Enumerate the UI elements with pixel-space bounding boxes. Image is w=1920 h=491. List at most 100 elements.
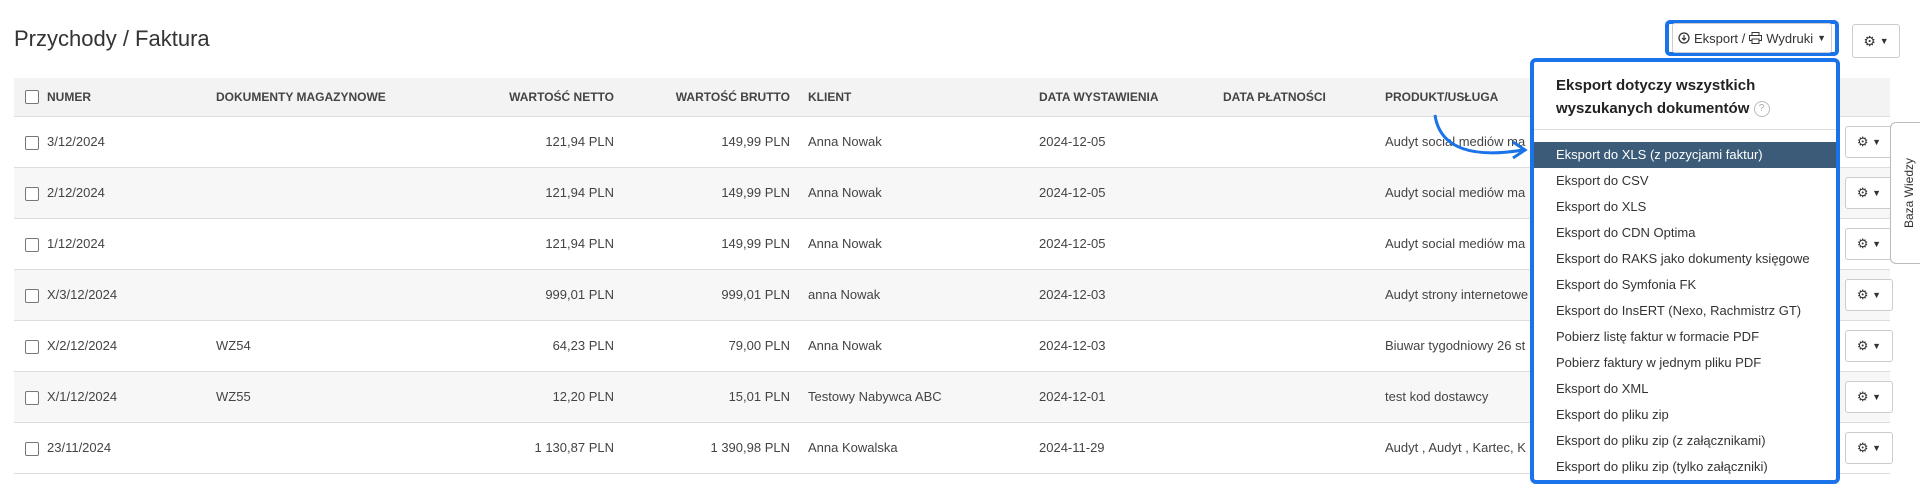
export-label: Eksport / bbox=[1693, 30, 1746, 46]
col-data-wystawienia[interactable]: DATA WYSTAWIENIA bbox=[1039, 78, 1159, 116]
help-icon[interactable]: ? bbox=[1753, 101, 1770, 118]
chevron-down-icon: ▼ bbox=[1879, 36, 1889, 46]
dropdown-item[interactable]: Eksport do XLS (z pozycjami faktur) bbox=[1534, 142, 1836, 168]
cell-klient: Anna Nowak bbox=[808, 134, 882, 149]
cell-netto: 999,01 PLN bbox=[545, 287, 614, 302]
cell-numer[interactable]: 2/12/2024 bbox=[47, 168, 105, 218]
row-actions-button[interactable]: ⚙ ▼ bbox=[1845, 432, 1893, 464]
cell-netto: 1 130,87 PLN bbox=[534, 440, 614, 455]
row-checkbox[interactable] bbox=[25, 187, 39, 201]
cell-produkt: Audyt , Audyt , Kartec, K bbox=[1385, 440, 1526, 455]
dropdown-item[interactable]: Eksport do Symfonia FK bbox=[1534, 272, 1836, 298]
dropdown-item[interactable]: Eksport do CSV bbox=[1534, 168, 1836, 194]
cell-netto: 12,20 PLN bbox=[552, 389, 614, 404]
cell-data-wystawienia: 2024-12-03 bbox=[1039, 338, 1106, 353]
export-print-button[interactable]: Eksport / Wydruki ▼ bbox=[1672, 23, 1832, 53]
dropdown-item[interactable]: Eksport do XML bbox=[1534, 376, 1836, 402]
chevron-down-icon: ▼ bbox=[1872, 392, 1882, 402]
print-label: Wydruki bbox=[1766, 30, 1814, 46]
cell-data-wystawienia: 2024-12-05 bbox=[1039, 236, 1106, 251]
settings-button[interactable]: ⚙ ▼ bbox=[1852, 24, 1900, 58]
row-actions-button[interactable]: ⚙ ▼ bbox=[1845, 381, 1893, 413]
gear-icon: ⚙ bbox=[1856, 236, 1869, 251]
cell-brutto: 149,99 PLN bbox=[721, 236, 790, 251]
col-brutto[interactable]: WARTOŚĆ BRUTTO bbox=[630, 78, 790, 116]
dropdown-header-line1: Eksport dotyczy wszystkich bbox=[1556, 77, 1756, 94]
row-checkbox[interactable] bbox=[25, 442, 39, 456]
col-data-platnosci[interactable]: DATA PŁATNOŚCI bbox=[1223, 78, 1326, 116]
cell-produkt: Audyt strony internetowe bbox=[1385, 287, 1529, 302]
row-actions-button[interactable]: ⚙ ▼ bbox=[1845, 228, 1893, 260]
row-checkbox[interactable] bbox=[25, 238, 39, 252]
cell-brutto: 79,00 PLN bbox=[728, 338, 790, 353]
cell-brutto: 15,01 PLN bbox=[728, 389, 790, 404]
col-klient[interactable]: KLIENT bbox=[808, 78, 851, 116]
cell-dokumenty: WZ54 bbox=[216, 338, 251, 353]
dropdown-item[interactable]: Eksport do RAKS jako dokumenty księgowe bbox=[1534, 246, 1836, 272]
chevron-down-icon: ▼ bbox=[1872, 443, 1882, 453]
dropdown-item[interactable]: Pobierz faktury w jednym pliku PDF bbox=[1534, 350, 1836, 376]
cell-dokumenty: WZ55 bbox=[216, 389, 251, 404]
cell-numer[interactable]: X/2/12/2024 bbox=[47, 321, 117, 371]
cell-data-wystawienia: 2024-12-05 bbox=[1039, 134, 1106, 149]
dropdown-item[interactable]: Eksport do InsERT (Nexo, Rachmistrz GT) bbox=[1534, 298, 1836, 324]
dropdown-item[interactable]: Eksport do pliku zip (z załącznikami) bbox=[1534, 428, 1836, 454]
col-netto[interactable]: WARTOŚĆ NETTO bbox=[454, 78, 614, 116]
dropdown-header-line2: wyszukanych dokumentów bbox=[1556, 100, 1750, 117]
cell-numer[interactable]: X/1/12/2024 bbox=[47, 372, 117, 422]
cell-brutto: 999,01 PLN bbox=[721, 287, 790, 302]
cell-klient: anna Nowak bbox=[808, 287, 881, 302]
dropdown-item[interactable]: Eksport do XLS bbox=[1534, 194, 1836, 220]
chevron-down-icon: ▼ bbox=[1872, 341, 1882, 351]
pointer-arrow bbox=[1433, 114, 1528, 160]
col-dokumenty[interactable]: DOKUMENTY MAGAZYNOWE bbox=[216, 78, 386, 116]
row-checkbox[interactable] bbox=[25, 289, 39, 303]
cell-produkt: test kod dostawcy bbox=[1385, 389, 1489, 404]
gear-icon: ⚙ bbox=[1856, 440, 1869, 455]
dropdown-item[interactable]: Eksport do pliku zip (tylko załączniki) bbox=[1534, 454, 1836, 480]
gear-icon: ⚙ bbox=[1863, 32, 1876, 49]
cell-numer[interactable]: 1/12/2024 bbox=[47, 219, 105, 269]
cell-brutto: 149,99 PLN bbox=[721, 185, 790, 200]
cell-netto: 121,94 PLN bbox=[545, 134, 614, 149]
export-button-highlight: Eksport / Wydruki ▼ bbox=[1665, 20, 1839, 56]
select-all-checkbox[interactable] bbox=[25, 90, 39, 104]
cell-netto: 64,23 PLN bbox=[552, 338, 614, 353]
cell-netto: 121,94 PLN bbox=[545, 185, 614, 200]
cell-data-wystawienia: 2024-12-05 bbox=[1039, 185, 1106, 200]
row-checkbox[interactable] bbox=[25, 136, 39, 150]
row-actions-button[interactable]: ⚙ ▼ bbox=[1845, 126, 1893, 158]
dropdown-item[interactable]: Eksport do CDN Optima bbox=[1534, 220, 1836, 246]
gear-icon: ⚙ bbox=[1856, 389, 1869, 404]
cell-numer[interactable]: 3/12/2024 bbox=[47, 117, 105, 167]
cell-brutto: 1 390,98 PLN bbox=[710, 440, 790, 455]
cell-data-wystawienia: 2024-11-29 bbox=[1039, 440, 1105, 455]
row-actions-button[interactable]: ⚙ ▼ bbox=[1845, 330, 1893, 362]
knowledge-base-label: Baza Wiedzy bbox=[1902, 157, 1916, 229]
knowledge-base-tab[interactable]: Baza Wiedzy bbox=[1890, 122, 1920, 264]
chevron-down-icon: ▼ bbox=[1872, 239, 1882, 249]
chevron-down-icon: ▼ bbox=[1872, 188, 1882, 198]
row-actions-button[interactable]: ⚙ ▼ bbox=[1845, 279, 1893, 311]
dropdown-header: Eksport dotyczy wszystkich wyszukanych d… bbox=[1534, 62, 1836, 130]
cell-klient: Testowy Nabywca ABC bbox=[808, 389, 942, 404]
chevron-down-icon: ▼ bbox=[1872, 137, 1882, 147]
cell-brutto: 149,99 PLN bbox=[721, 134, 790, 149]
cell-numer[interactable]: 23/11/2024 bbox=[47, 423, 111, 473]
cell-produkt: Audyt social mediów ma bbox=[1385, 185, 1526, 200]
row-actions-button[interactable]: ⚙ ▼ bbox=[1845, 177, 1893, 209]
cell-klient: Anna Nowak bbox=[808, 236, 882, 251]
cell-numer[interactable]: X/3/12/2024 bbox=[47, 270, 117, 320]
dropdown-item[interactable]: Eksport do pliku zip bbox=[1534, 402, 1836, 428]
row-checkbox[interactable] bbox=[25, 340, 39, 354]
export-dropdown-menu: Eksport dotyczy wszystkich wyszukanych d… bbox=[1530, 58, 1840, 484]
download-circle-icon bbox=[1678, 32, 1690, 44]
gear-icon: ⚙ bbox=[1856, 338, 1869, 353]
cell-klient: Anna Nowak bbox=[808, 338, 882, 353]
chevron-down-icon: ▼ bbox=[1872, 290, 1882, 300]
dropdown-item[interactable]: Pobierz listę faktur w formacie PDF bbox=[1534, 324, 1836, 350]
row-checkbox[interactable] bbox=[25, 391, 39, 405]
cell-klient: Anna Kowalska bbox=[808, 440, 898, 455]
dropdown-items: Eksport do XLS (z pozycjami faktur) Ekspo… bbox=[1534, 142, 1836, 480]
col-numer[interactable]: NUMER bbox=[47, 78, 91, 116]
